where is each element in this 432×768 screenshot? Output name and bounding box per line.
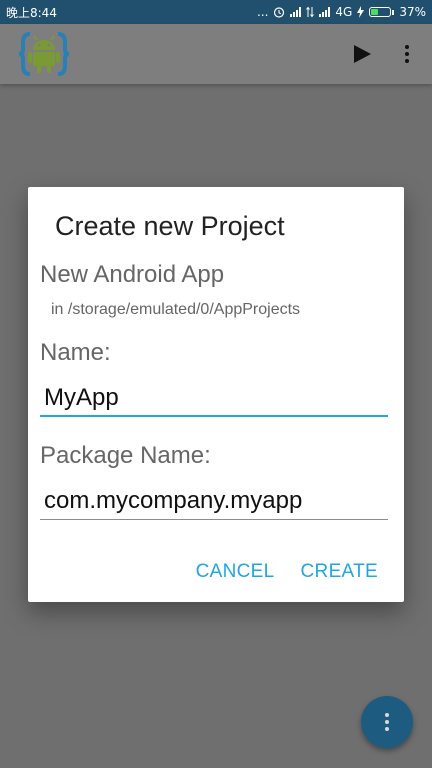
more-vert-icon-dot [385, 727, 389, 731]
status-icons: ... 4G 37% [257, 5, 426, 19]
cancel-button[interactable]: CANCEL [196, 561, 275, 583]
create-button[interactable]: CREATE [301, 561, 378, 583]
notification-dots: ... [256, 5, 269, 19]
name-input[interactable] [41, 380, 388, 416]
more-vert-icon-dot [385, 720, 389, 724]
android-braces-logo-icon [18, 32, 70, 76]
wifi-signal-icon [290, 7, 302, 17]
charging-icon [357, 6, 365, 18]
data-transfer-icon [306, 6, 315, 18]
status-bar: 晚上8:44 ... 4G 37% [0, 0, 432, 24]
more-vert-icon-dot [405, 59, 409, 63]
play-icon [354, 45, 371, 63]
more-vert-icon-dot [385, 713, 389, 717]
battery-level [371, 9, 378, 15]
project-type-label: New Android App [40, 261, 225, 288]
more-vert-icon-dot [405, 52, 409, 56]
cell-signal-icon [319, 7, 331, 17]
status-time: 晚上8:44 [6, 5, 57, 20]
project-location: in /storage/emulated/0/AppProjects [51, 301, 301, 318]
battery-percent: 37% [399, 5, 426, 19]
create-project-dialog: Create new Project New Android App in /s… [28, 187, 404, 602]
battery-icon [369, 7, 392, 17]
floating-action-button[interactable] [361, 696, 413, 748]
run-button[interactable] [348, 40, 376, 68]
dialog-actions: CANCEL CREATE [196, 561, 378, 583]
package-name-label: Package Name: [40, 442, 211, 469]
more-vert-icon-dot [405, 45, 409, 49]
app-toolbar [0, 24, 432, 84]
alarm-icon [274, 7, 285, 18]
name-input-underline [40, 415, 388, 417]
network-type: 4G [335, 5, 353, 19]
overflow-menu-button[interactable] [396, 40, 418, 68]
dialog-title: Create new Project [55, 211, 285, 241]
package-input-underline [40, 519, 388, 520]
battery-tip [392, 9, 395, 15]
name-label: Name: [40, 339, 111, 366]
package-name-input[interactable] [41, 483, 388, 519]
